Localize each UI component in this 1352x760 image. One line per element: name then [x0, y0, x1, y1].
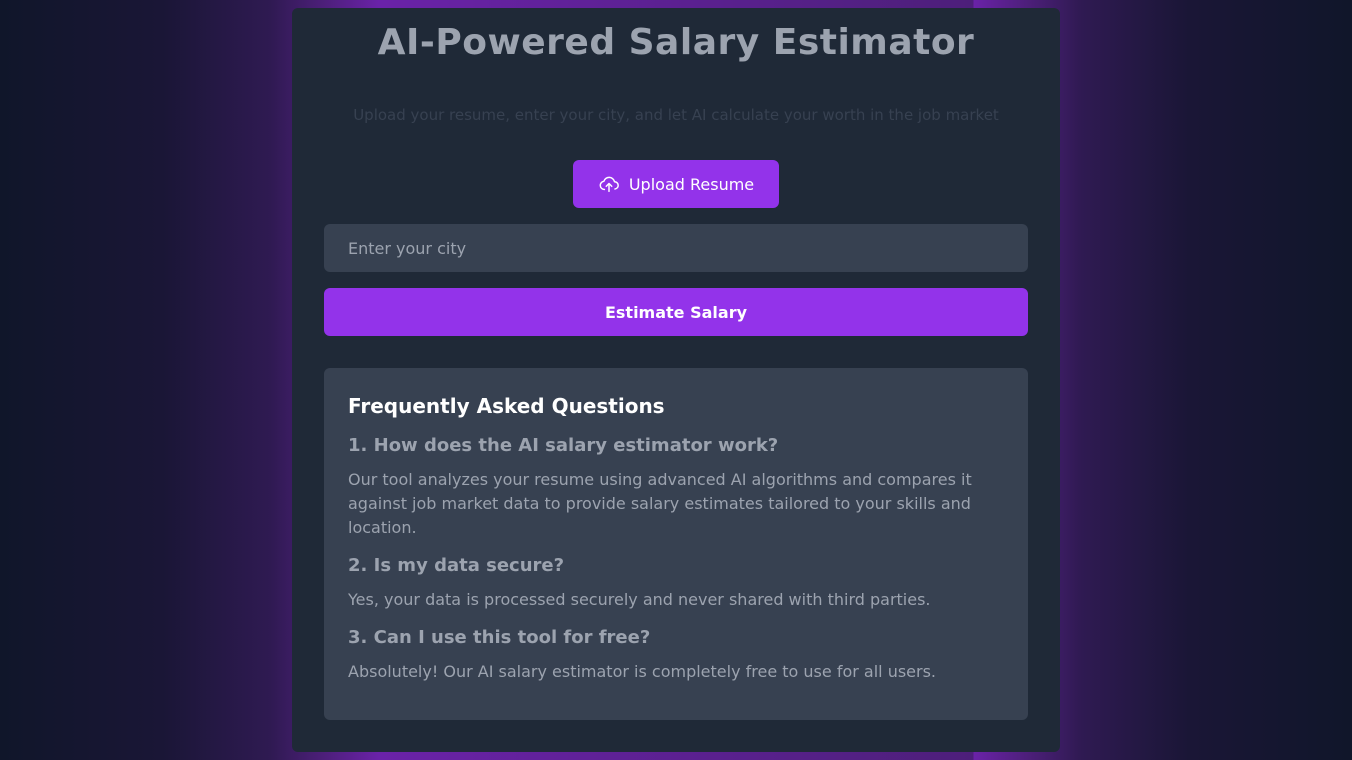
- faq-answer: Absolutely! Our AI salary estimator is c…: [348, 662, 937, 681]
- faq-item: 3. Can I use this tool for free? Absolut…: [348, 624, 1004, 684]
- estimate-salary-button[interactable]: Estimate Salary: [324, 288, 1028, 336]
- faq-item: 1. How does the AI salary estimator work…: [348, 432, 1004, 540]
- upload-resume-button[interactable]: Upload Resume: [573, 160, 779, 208]
- faq-question: 1. How does the AI salary estimator work…: [348, 435, 779, 456]
- upload-resume-label: Upload Resume: [628, 174, 755, 194]
- estimate-salary-label: Estimate Salary: [604, 302, 748, 322]
- faq-question: 2. Is my data secure?: [348, 555, 565, 576]
- page-subtitle: Upload your resume, enter your city, and…: [353, 106, 999, 124]
- page-title: AI-Powered Salary Estimator: [377, 22, 975, 63]
- faq-answer: Our tool analyzes your resume using adva…: [348, 470, 972, 537]
- city-input[interactable]: [324, 224, 1028, 272]
- faq-answer: Yes, your data is processed securely and…: [348, 590, 931, 609]
- cloud-upload-icon: [598, 173, 620, 195]
- faq-section: Frequently Asked Questions 1. How does t…: [324, 368, 1028, 720]
- faq-item: 2. Is my data secure? Yes, your data is …: [348, 552, 1004, 612]
- estimator-card: AI-Powered Salary Estimator Upload your …: [292, 8, 1060, 752]
- faq-question: 3. Can I use this tool for free?: [348, 627, 651, 648]
- faq-heading: Frequently Asked Questions: [348, 394, 665, 418]
